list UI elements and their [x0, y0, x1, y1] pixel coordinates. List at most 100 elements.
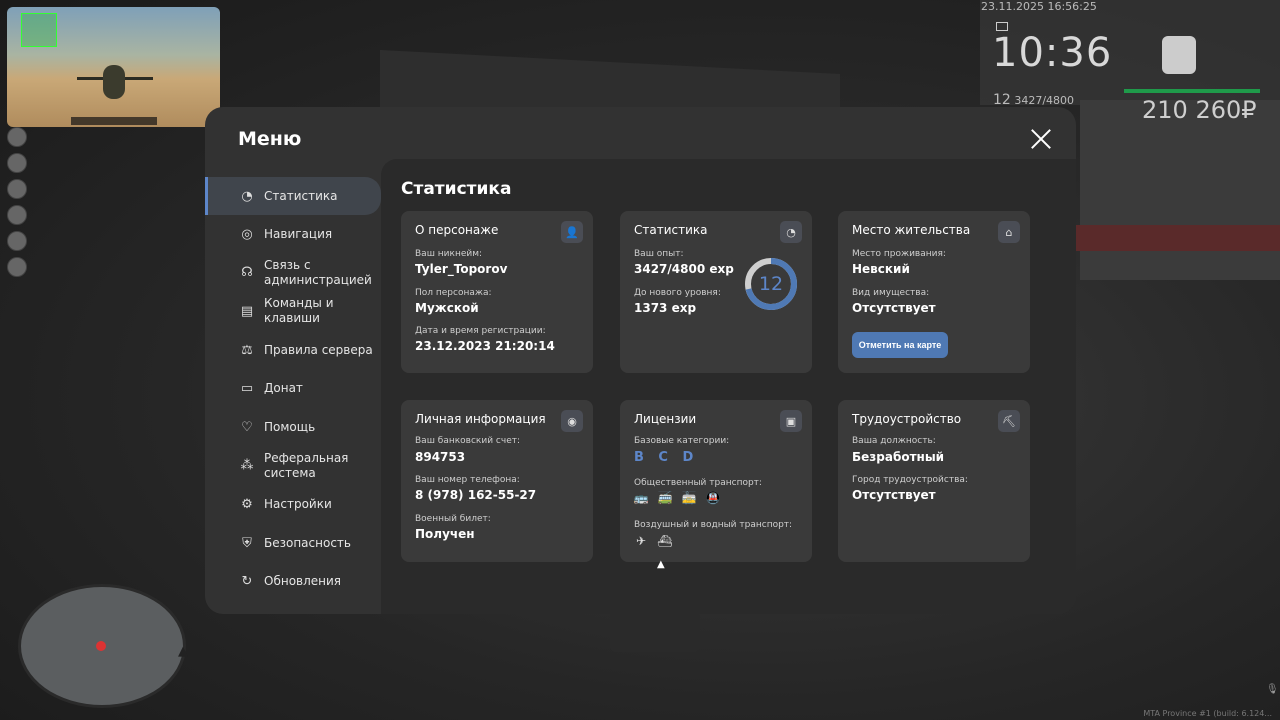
player-avatars [7, 127, 29, 283]
gender-label: Пол персонажа: [415, 288, 492, 298]
bus-icon: 🚌 [633, 491, 649, 505]
card-statistics: Статистика ◔ Ваш опыт: 3427/4800 exp До … [620, 211, 812, 373]
hud-datetime: 23.11.2025 16:56:25 [981, 0, 1097, 13]
trolleybus-icon: 🚎 [657, 491, 673, 505]
network-icon: ⁂ [240, 458, 254, 474]
shield-icon: ⛨ [242, 535, 252, 551]
game-background-red-stripe [1076, 225, 1280, 251]
microphone-icon: 🎙 [1266, 684, 1279, 695]
pie-chart-icon: ◔ [241, 188, 253, 204]
hud-exp: 3427/4800 [1014, 94, 1075, 107]
avatar [7, 257, 27, 277]
base-categories-value: B C D [634, 450, 699, 465]
level-number: 12 [758, 273, 784, 295]
tram-icon: 🚋 [681, 491, 697, 505]
mark-on-map-button[interactable]: Отметить на карте [852, 332, 948, 358]
sidebar-item-label: Помощь [264, 419, 316, 434]
refresh-check-icon: ↻ [241, 574, 253, 590]
base-categories-label: Базовые категории: [634, 436, 730, 446]
player-character [610, 612, 700, 652]
public-transport-icons: 🚌 🚎 🚋 🚇 [633, 491, 721, 505]
sidebar-item-contact-admin[interactable]: ☊ Связь с администрацией [205, 254, 381, 293]
sidebar-item-label: Настройки [264, 496, 332, 511]
property-label: Вид имущества: [852, 288, 930, 298]
avatar [7, 205, 27, 225]
card-personal-info: Личная информация ◉ Ваш банковский счет:… [401, 400, 593, 562]
sidebar-item-label: Обновления [264, 574, 342, 589]
airplane-icon: ✈ [635, 534, 647, 548]
close-icon[interactable] [1030, 128, 1052, 150]
build-info: MTA Province #1 (build: 6.124... [1143, 709, 1272, 718]
card-title: О персонаже [415, 223, 499, 237]
headset-icon: ☊ [241, 265, 253, 281]
public-transport-label: Общественный транспорт: [634, 478, 762, 488]
sidebar-item-commands[interactable]: ▤ Команды и клавиши [205, 292, 381, 331]
compass-icon: ◎ [241, 226, 253, 242]
health-bar [1124, 89, 1260, 93]
menu-sidebar: ◔ Статистика ◎ Навигация ☊ Связь с админ… [205, 177, 381, 601]
mouse-cursor-icon: ▲ [657, 559, 665, 570]
gear-icon: ⚙ [241, 496, 253, 512]
employment-city-label: Город трудоустройства: [852, 475, 968, 485]
license-icon: ▣ [780, 410, 802, 432]
pie-chart-icon: ◔ [780, 221, 802, 243]
sidebar-item-referral[interactable]: ⁂ Реферальная система [205, 447, 381, 486]
avatar [7, 231, 27, 251]
card-licenses: Лицензии ▣ Базовые категории: B C D Обще… [620, 400, 812, 562]
sidebar-item-navigation[interactable]: ◎ Навигация [205, 215, 381, 254]
card-title: Место жительства [852, 223, 971, 237]
sidebar-item-help[interactable]: ♡ Помощь [205, 408, 381, 447]
hud-clock: 10:36 [992, 30, 1113, 76]
document-icon: ▤ [240, 303, 254, 319]
employment-city-value: Отсутствует [852, 488, 936, 502]
next-level-value: 1373 exp [634, 301, 697, 315]
sidebar-item-rules[interactable]: ⚖ Правила сервера [205, 331, 381, 370]
air-water-transport-label: Воздушный и водный транспорт: [634, 520, 793, 530]
sidebar-item-donate[interactable]: ▭ Донат [205, 369, 381, 408]
player-marker [96, 641, 106, 651]
registration-label: Дата и время регистрации: [415, 326, 546, 336]
sidebar-item-updates[interactable]: ↻ Обновления [205, 562, 381, 601]
sidebar-item-label: Правила сервера [264, 342, 373, 357]
game-background-garage [1080, 100, 1280, 280]
user-icon: 👤 [561, 221, 583, 243]
position-value: Безработный [852, 450, 945, 464]
nickname-value: Tyler_Toporov [415, 262, 508, 276]
hud-level-number: 12 [993, 92, 1011, 108]
pickaxe-icon: ⛏ [998, 410, 1020, 432]
nickname-label: Ваш никнейм: [415, 249, 483, 259]
helicopter [103, 65, 125, 99]
fist-icon [1162, 36, 1196, 74]
avatar [7, 153, 27, 173]
preview-toolbar [71, 117, 157, 125]
scales-icon: ⚖ [241, 342, 253, 358]
avatar [7, 127, 27, 147]
card-title: Трудоустройство [852, 412, 962, 426]
next-level-label: До нового уровня: [634, 288, 721, 298]
exp-value: 3427/4800 exp [634, 262, 734, 276]
sidebar-item-statistics[interactable]: ◔ Статистика [205, 177, 381, 215]
north-marker-icon: ▲ [178, 644, 188, 659]
sidebar-item-security[interactable]: ⛨ Безопасность [205, 524, 381, 563]
ship-icon: ⛴ [657, 534, 673, 548]
wallet-icon: ▭ [240, 381, 254, 397]
card-character: О персонаже 👤 Ваш никнейм: Tyler_Toporov… [401, 211, 593, 373]
registration-value: 23.12.2023 21:20:14 [415, 339, 555, 353]
property-value: Отсутствует [852, 301, 936, 315]
sidebar-item-label: Навигация [264, 226, 333, 241]
gender-value: Мужской [415, 301, 479, 315]
card-title: Статистика [634, 223, 708, 237]
sidebar-item-label: Реферальная система [264, 450, 349, 480]
sidebar-item-label: Статистика [264, 188, 338, 203]
military-value: Получен [415, 527, 475, 541]
card-title: Личная информация [415, 412, 546, 426]
card-residence: Место жительства ⌂ Место проживания: Нев… [838, 211, 1030, 373]
preview-target-box [21, 13, 57, 47]
hud-level: 12 3427/4800 [993, 92, 1074, 108]
phone-value: 8 (978) 162-55-27 [415, 488, 537, 502]
bank-label: Ваш банковский счет: [415, 436, 521, 446]
sidebar-item-settings[interactable]: ⚙ Настройки [205, 485, 381, 524]
metro-icon: 🚇 [705, 491, 721, 505]
statistics-panel: Статистика О персонаже 👤 Ваш никнейм: Ty… [381, 159, 1076, 614]
user-circle-icon: ◉ [561, 410, 583, 432]
